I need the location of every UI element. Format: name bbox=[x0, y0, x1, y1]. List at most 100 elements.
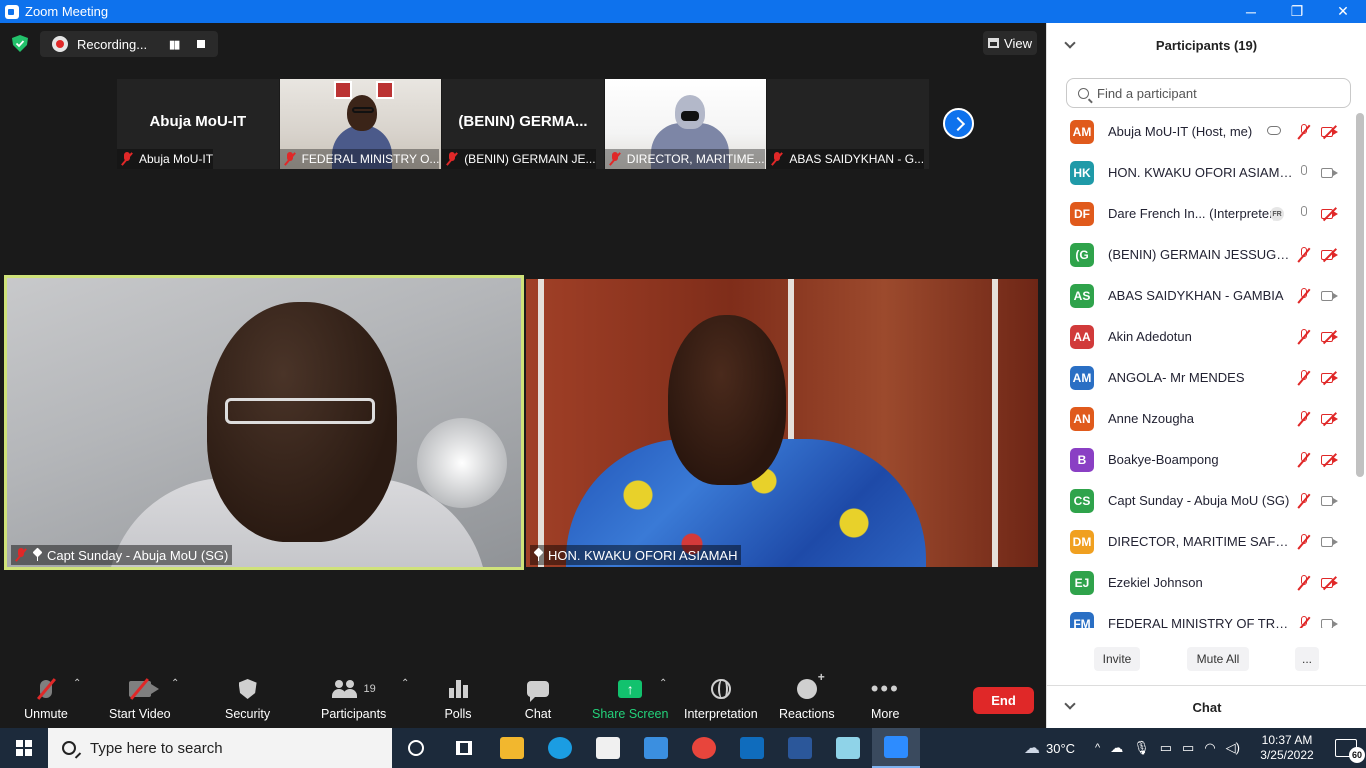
video-off-icon[interactable] bbox=[1321, 208, 1339, 220]
video-icon[interactable] bbox=[1321, 290, 1339, 302]
mic-muted-icon[interactable] bbox=[1297, 574, 1311, 591]
video-icon[interactable] bbox=[1321, 618, 1339, 628]
video-icon[interactable] bbox=[1321, 536, 1339, 548]
thumbnail-tile[interactable]: FEDERAL MINISTRY O... bbox=[279, 79, 442, 169]
mic-muted-icon[interactable] bbox=[1297, 123, 1311, 140]
mic-muted-icon[interactable] bbox=[1297, 287, 1311, 304]
mic-muted-icon[interactable] bbox=[1297, 615, 1311, 629]
mic-muted-icon[interactable] bbox=[1297, 410, 1311, 427]
participant-row[interactable]: AM ANGOLA- Mr MENDES bbox=[1047, 357, 1355, 398]
reactions-button[interactable]: Reactions bbox=[779, 670, 835, 721]
taskbar-search[interactable]: Type here to search bbox=[48, 728, 392, 768]
active-speaker-video[interactable]: Capt Sunday - Abuja MoU (SG) bbox=[4, 275, 524, 570]
thumbnail-tile[interactable]: Abuja MoU-IT Abuja MoU-IT bbox=[117, 79, 279, 169]
taskbar-app-outlook[interactable] bbox=[728, 728, 776, 768]
participant-search[interactable] bbox=[1066, 78, 1351, 108]
participant-row[interactable]: AS ABAS SAIDYKHAN - GAMBIA bbox=[1047, 275, 1355, 316]
taskbar-clock[interactable]: 10:37 AM 3/25/2022 bbox=[1248, 733, 1326, 763]
battery-icon[interactable]: ▭ bbox=[1182, 740, 1194, 756]
participants-button[interactable]: 19 Participants bbox=[321, 676, 386, 721]
more-options-button[interactable]: ... bbox=[1295, 647, 1319, 671]
video-icon[interactable] bbox=[1321, 167, 1339, 179]
participant-row[interactable]: (G (BENIN) GERMAIN JESSUGNO... bbox=[1047, 234, 1355, 275]
unmute-button[interactable]: Unmute bbox=[24, 676, 68, 721]
polls-button[interactable]: Polls bbox=[444, 676, 472, 721]
share-options-caret-icon[interactable]: ⌃ bbox=[659, 678, 667, 689]
video-off-icon[interactable] bbox=[1321, 413, 1339, 425]
encryption-shield-icon[interactable] bbox=[12, 35, 28, 52]
chat-button[interactable]: Chat bbox=[523, 676, 553, 721]
thumbnail-tile[interactable]: (BENIN) GERMA... (BENIN) GERMAIN JE... bbox=[442, 79, 604, 169]
pause-recording-button[interactable]: ▮▮ bbox=[169, 38, 180, 51]
video-icon[interactable] bbox=[1321, 495, 1339, 507]
participant-row[interactable]: DF Dare French In... (Interpreter) FR bbox=[1047, 193, 1355, 234]
onedrive-icon[interactable]: ☁ bbox=[1110, 740, 1123, 756]
video-off-icon[interactable] bbox=[1321, 454, 1339, 466]
mic-muted-icon[interactable] bbox=[1297, 246, 1311, 263]
participant-row[interactable]: CS Capt Sunday - Abuja MoU (SG) bbox=[1047, 480, 1355, 521]
participant-row[interactable]: AN Anne Nzougha bbox=[1047, 398, 1355, 439]
mic-muted-icon[interactable] bbox=[1297, 533, 1311, 550]
thumbnail-tile[interactable]: ABAS SAIDYKHAN - G... bbox=[767, 79, 929, 169]
mic-icon[interactable] bbox=[1297, 164, 1311, 181]
participant-row[interactable]: DM DIRECTOR, MARITIME SAFETY ... bbox=[1047, 521, 1355, 562]
participant-search-input[interactable] bbox=[1097, 85, 1337, 101]
taskbar-app-file-explorer[interactable] bbox=[488, 728, 536, 768]
participant-video-2[interactable]: HON. KWAKU OFORI ASIAMAH bbox=[526, 279, 1038, 567]
participant-row[interactable]: AM Abuja MoU-IT (Host, me) bbox=[1047, 111, 1355, 152]
start-video-button[interactable]: Start Video bbox=[109, 676, 171, 721]
mic-muted-icon[interactable] bbox=[1297, 451, 1311, 468]
close-button[interactable]: ✕ bbox=[1320, 0, 1366, 23]
participant-row[interactable]: EJ Ezekiel Johnson bbox=[1047, 562, 1355, 603]
taskbar-app-chrome[interactable] bbox=[680, 728, 728, 768]
security-button[interactable]: Security bbox=[225, 676, 270, 721]
weather-temperature[interactable]: 30°C bbox=[1046, 741, 1075, 756]
video-off-icon[interactable] bbox=[1321, 126, 1339, 138]
interpretation-button[interactable]: Interpretation bbox=[684, 676, 758, 721]
participants-scrollbar[interactable] bbox=[1356, 113, 1364, 477]
cortana-button[interactable] bbox=[392, 728, 440, 768]
chat-panel-header[interactable]: Chat bbox=[1047, 685, 1366, 728]
invite-button[interactable]: Invite bbox=[1094, 647, 1140, 671]
taskbar-app-notepad[interactable] bbox=[824, 728, 872, 768]
taskbar-app-word[interactable] bbox=[776, 728, 824, 768]
start-button[interactable] bbox=[0, 728, 48, 768]
minimize-button[interactable]: ─ bbox=[1228, 0, 1274, 23]
microphone-icon[interactable]: 🎙 bbox=[1133, 740, 1150, 756]
tray-overflow-chevron-icon[interactable]: ^ bbox=[1095, 742, 1100, 754]
meet-now-icon[interactable]: ▭ bbox=[1160, 740, 1172, 756]
share-screen-button[interactable]: ↑ Share Screen bbox=[592, 676, 668, 721]
participant-row[interactable]: HK HON. KWAKU OFORI ASIAMAH bbox=[1047, 152, 1355, 193]
restore-button[interactable]: ❐ bbox=[1274, 0, 1320, 23]
taskbar-app-zoom[interactable] bbox=[872, 728, 920, 768]
volume-icon[interactable]: ◁) bbox=[1226, 740, 1240, 756]
mute-all-button[interactable]: Mute All bbox=[1187, 647, 1249, 671]
wifi-icon[interactable]: ◠ bbox=[1204, 740, 1215, 756]
end-meeting-button[interactable]: End bbox=[973, 687, 1034, 714]
video-options-caret-icon[interactable]: ⌃ bbox=[171, 678, 179, 689]
mic-muted-icon[interactable] bbox=[1297, 369, 1311, 386]
video-off-icon[interactable] bbox=[1321, 372, 1339, 384]
video-off-icon[interactable] bbox=[1321, 577, 1339, 589]
stop-recording-button[interactable] bbox=[197, 40, 206, 48]
taskbar-app-edge[interactable] bbox=[536, 728, 584, 768]
view-button[interactable]: View bbox=[983, 31, 1037, 55]
thumbnail-tile[interactable]: DIRECTOR, MARITIME... bbox=[604, 79, 767, 169]
mic-muted-icon[interactable] bbox=[1297, 328, 1311, 345]
participant-name: Boakye-Boampong bbox=[1108, 452, 1219, 467]
mic-icon[interactable] bbox=[1297, 205, 1311, 222]
video-off-icon[interactable] bbox=[1321, 331, 1339, 343]
task-view-button[interactable] bbox=[440, 728, 488, 768]
participant-row[interactable]: B Boakye-Boampong bbox=[1047, 439, 1355, 480]
participant-row[interactable]: AA Akin Adedotun bbox=[1047, 316, 1355, 357]
mic-muted-icon[interactable] bbox=[1297, 492, 1311, 509]
video-off-icon[interactable] bbox=[1321, 249, 1339, 261]
participant-row[interactable]: FM FEDERAL MINISTRY OF TRANS... bbox=[1047, 603, 1355, 628]
taskbar-app-mail[interactable] bbox=[632, 728, 680, 768]
more-button[interactable]: ••• More bbox=[871, 676, 900, 722]
participants-options-caret-icon[interactable]: ⌃ bbox=[401, 678, 409, 689]
audio-options-caret-icon[interactable]: ⌃ bbox=[73, 678, 81, 689]
notification-center-button[interactable]: 60 bbox=[1326, 728, 1366, 768]
taskbar-app-store[interactable] bbox=[584, 728, 632, 768]
next-page-arrow-icon[interactable] bbox=[943, 108, 974, 139]
